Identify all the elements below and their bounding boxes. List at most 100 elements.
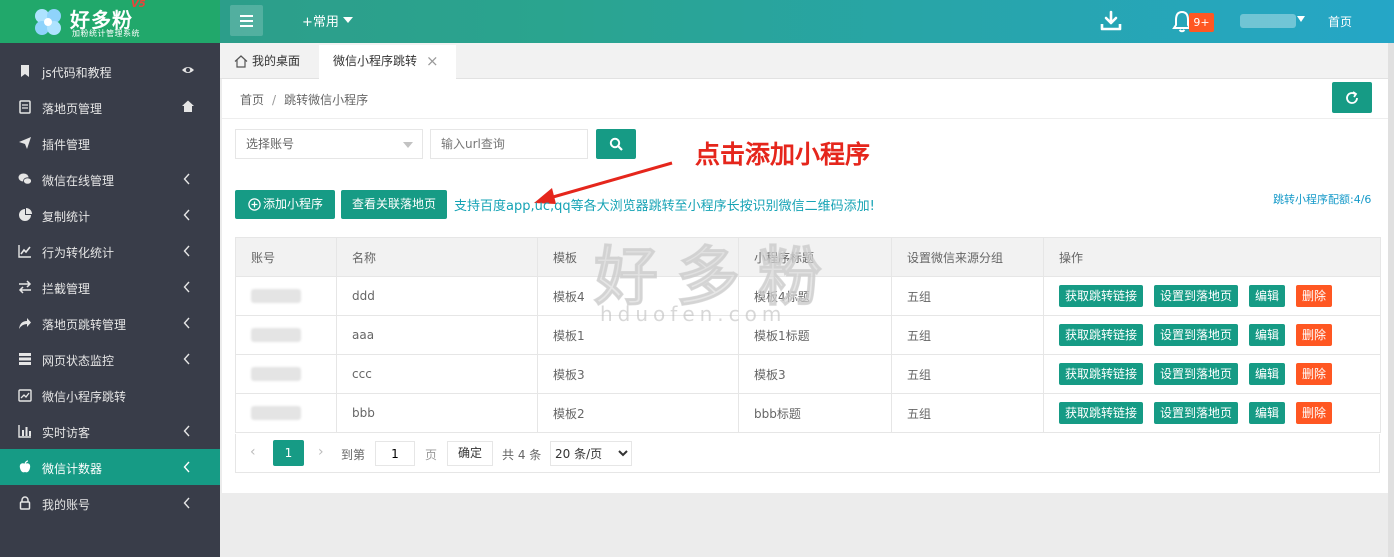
chevron-left-icon	[183, 209, 190, 221]
notification-badge: 9+	[1189, 13, 1214, 32]
account-select[interactable]: 选择账号	[235, 129, 423, 159]
user-name[interactable]	[1240, 14, 1296, 28]
page-number-current[interactable]: 1	[273, 440, 304, 466]
chevron-left-icon	[183, 425, 190, 437]
view-linked-landing-button[interactable]: 查看关联落地页	[341, 190, 447, 219]
delete-button[interactable]: 删除	[1296, 402, 1333, 424]
breadcrumb-current: 跳转微信小程序	[284, 93, 369, 107]
column-header: 名称	[336, 237, 538, 277]
get-link-button[interactable]: 获取跳转链接	[1059, 363, 1144, 385]
group-cell: 五组	[891, 315, 1044, 355]
common-menu[interactable]: +常用	[302, 11, 353, 30]
sidebar-item-label: 网页状态监控	[42, 354, 115, 368]
refresh-button[interactable]	[1332, 82, 1372, 113]
operations-cell: 获取跳转链接 设置到落地页 编辑 删除	[1043, 276, 1381, 316]
sidebar-item-miniprogram-redirect[interactable]: 微信小程序跳转	[0, 377, 220, 413]
goto-confirm-button[interactable]: 确定	[447, 441, 493, 466]
search-button[interactable]	[596, 129, 636, 159]
watermark-url: hduofen.com	[600, 302, 787, 326]
next-page-button[interactable]: ›	[318, 444, 324, 460]
sidebar-item-label: 插件管理	[42, 138, 91, 152]
sidebar-item-page-monitor[interactable]: 网页状态监控	[0, 341, 220, 377]
get-link-button[interactable]: 获取跳转链接	[1059, 402, 1144, 424]
group-cell: 五组	[891, 276, 1044, 316]
common-menu-label: +常用	[302, 15, 339, 30]
total-count: 共 4 条	[502, 448, 542, 462]
delete-button[interactable]: 删除	[1296, 285, 1333, 307]
apple-icon	[19, 460, 31, 473]
home-outline-icon	[234, 55, 248, 68]
sidebar-item-label: 复制统计	[42, 210, 91, 224]
page-size-select[interactable]: 20 条/页	[550, 441, 632, 466]
edit-button[interactable]: 编辑	[1249, 324, 1286, 346]
wechat-icon	[18, 173, 32, 185]
tab-bar: 我的桌面 微信小程序跳转 ×	[220, 43, 1394, 79]
edit-button[interactable]: 编辑	[1249, 363, 1286, 385]
sidebar-item-intercept[interactable]: 拦截管理	[0, 269, 220, 305]
sidebar-item-label: 微信在线管理	[42, 174, 115, 188]
set-landing-button[interactable]: 设置到落地页	[1154, 402, 1239, 424]
name-cell: aaa	[336, 315, 538, 355]
url-search-input[interactable]	[430, 129, 588, 159]
clover-logo-icon	[35, 9, 61, 35]
logo[interactable]: 好多粉 V5 加粉统计管理系统	[0, 0, 220, 43]
sidebar-item-label: 实时访客	[42, 426, 91, 440]
get-link-button[interactable]: 获取跳转链接	[1059, 324, 1144, 346]
eye-icon	[182, 67, 194, 73]
chevron-left-icon	[183, 245, 190, 257]
sidebar-item-wechat-counter[interactable]: 微信计数器	[0, 449, 220, 485]
account-select-placeholder: 选择账号	[246, 137, 295, 151]
prev-page-button[interactable]: ‹	[250, 444, 256, 460]
set-landing-button[interactable]: 设置到落地页	[1154, 363, 1239, 385]
name-cell: ddd	[336, 276, 538, 316]
sidebar-item-label: 我的账号	[42, 498, 91, 512]
table-row: ccc 模板3 模板3 五组 获取跳转链接 设置到落地页 编辑 删除	[235, 354, 1381, 394]
lock-icon	[19, 496, 31, 510]
bookmark-icon	[21, 65, 29, 77]
title-cell: 模板3	[738, 354, 892, 394]
edit-button[interactable]: 编辑	[1249, 285, 1286, 307]
sidebar-item-landing-page[interactable]: 落地页管理	[0, 89, 220, 125]
scrollbar[interactable]	[1388, 43, 1394, 557]
caret-down-icon[interactable]	[1297, 16, 1305, 22]
account-cell	[235, 393, 337, 433]
breadcrumb-home[interactable]: 首页	[240, 93, 264, 107]
quota-text: 跳转小程序配额:4/6	[1273, 193, 1372, 206]
sidebar-item-copy-stats[interactable]: 复制统计	[0, 197, 220, 233]
tab-miniprogram-redirect[interactable]: 微信小程序跳转 ×	[319, 45, 456, 79]
blurred-account	[251, 328, 301, 343]
sidebar-item-conversion-stats[interactable]: 行为转化统计	[0, 233, 220, 269]
add-miniprogram-button[interactable]: 添加小程序	[235, 190, 335, 219]
delete-button[interactable]: 删除	[1296, 363, 1333, 385]
sidebar-item-wechat-online[interactable]: 微信在线管理	[0, 161, 220, 197]
caret-down-icon	[403, 142, 413, 148]
goto-label: 到第	[341, 448, 366, 462]
server-icon	[19, 353, 31, 365]
get-link-button[interactable]: 获取跳转链接	[1059, 285, 1144, 307]
download-icon[interactable]	[1099, 9, 1123, 33]
home-icon	[182, 100, 194, 112]
close-icon[interactable]: ×	[426, 45, 439, 78]
tab-label: 微信小程序跳转	[333, 54, 418, 68]
set-landing-button[interactable]: 设置到落地页	[1154, 285, 1239, 307]
tab-my-desktop[interactable]: 我的桌面	[232, 45, 300, 79]
group-cell: 五组	[891, 354, 1044, 394]
sidebar-item-my-account[interactable]: 我的账号	[0, 485, 220, 521]
operations-cell: 获取跳转链接 设置到落地页 编辑 删除	[1043, 315, 1381, 355]
sidebar-item-realtime-visitors[interactable]: 实时访客	[0, 413, 220, 449]
goto-page-input[interactable]	[375, 441, 415, 466]
table-row: aaa 模板1 模板1标题 五组 获取跳转链接 设置到落地页 编辑 删除	[235, 315, 1381, 355]
calendar-chart-icon	[18, 389, 32, 402]
edit-button[interactable]: 编辑	[1249, 402, 1286, 424]
sidebar-item-plugins[interactable]: 插件管理	[0, 125, 220, 161]
sidebar-item-js-code[interactable]: js代码和教程	[0, 53, 220, 89]
home-link[interactable]: 首页	[1328, 13, 1352, 30]
set-landing-button[interactable]: 设置到落地页	[1154, 324, 1239, 346]
exchange-icon	[18, 280, 32, 294]
account-cell	[235, 276, 337, 316]
sidebar-item-landing-redirect[interactable]: 落地页跳转管理	[0, 305, 220, 341]
delete-button[interactable]: 删除	[1296, 324, 1333, 346]
menu-toggle-button[interactable]	[230, 5, 263, 36]
breadcrumb: 首页 / 跳转微信小程序	[240, 91, 368, 108]
support-notice: 支持百度app,uc,qq等各大浏览器跳转至小程序长按识别微信二维码添加!	[454, 199, 875, 214]
